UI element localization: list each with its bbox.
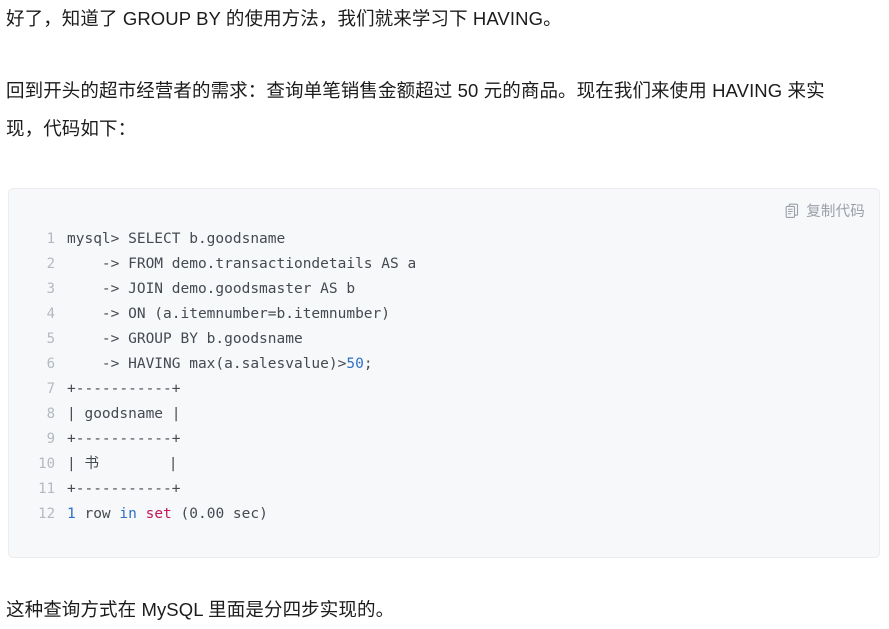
paragraph-intro: 好了，知道了 GROUP BY 的使用方法，我们就来学习下 HAVING。 (6, 8, 562, 29)
code-line-text: +-----------+ (55, 427, 181, 452)
copy-icon (785, 203, 800, 219)
code-line: 3 -> JOIN demo.goodsmaster AS b (9, 277, 879, 302)
code-token: -> GROUP BY b.goodsname (67, 331, 303, 347)
code-token: 1 (67, 506, 76, 522)
code-line-number: 4 (46, 306, 55, 322)
code-token: -> ON (a.itemnumber=b.itemnumber) (67, 306, 391, 322)
paragraph-closing: 这种查询方式在 MySQL 里面是分四步实现的。 (6, 599, 395, 620)
code-line: 6 -> HAVING max(a.salesvalue)>50; (9, 352, 879, 377)
code-line: 8 | goodsname | (9, 402, 879, 427)
code-scroll-area[interactable]: 1 mysql> SELECT b.goodsname 2 -> FROM demo… (9, 227, 879, 557)
code-line-number: 9 (46, 431, 55, 447)
code-token: -> FROM demo.transactiondetails AS a (67, 256, 417, 272)
article-content: 好了，知道了 GROUP BY 的使用方法，我们就来学习下 HAVING。 回到… (0, 0, 889, 628)
code-line-list: 1 mysql> SELECT b.goodsname 2 -> FROM demo… (9, 227, 879, 527)
code-token: set (145, 506, 172, 522)
code-line-text: -> FROM demo.transactiondetails AS a (55, 252, 416, 277)
code-line: 1 mysql> SELECT b.goodsname (9, 227, 879, 252)
code-line-text: +-----------+ (55, 377, 181, 402)
code-line: 11 +-----------+ (9, 477, 879, 502)
code-token: +-----------+ (67, 481, 181, 497)
code-line-number: 5 (46, 331, 55, 347)
code-line-number: 1 (46, 231, 55, 247)
code-line: 9 +-----------+ (9, 427, 879, 452)
code-token: row (75, 506, 120, 522)
code-line-text: 1 row in set (0.00 sec) (55, 502, 268, 527)
code-line-number: 6 (46, 356, 55, 372)
code-token: | 书 | (67, 456, 178, 472)
code-line-text: -> JOIN demo.goodsmaster AS b (55, 277, 355, 302)
code-token: -> HAVING max(a.salesvalue)> (67, 356, 347, 372)
code-token: (0.00 sec) (171, 506, 268, 522)
code-line-number: 12 (38, 506, 55, 522)
code-line: 12 1 row in set (0.00 sec) (9, 502, 879, 527)
code-line-text: -> GROUP BY b.goodsname (55, 327, 303, 352)
code-token: | goodsname | (67, 406, 181, 422)
code-line-number: 7 (46, 381, 55, 397)
paragraph-requirement: 回到开头的超市经营者的需求：查询单笔销售金额超过 50 元的商品。现在我们来使用… (6, 80, 825, 139)
code-line: 10 | 书 | (9, 452, 879, 477)
code-line: 4 -> ON (a.itemnumber=b.itemnumber) (9, 302, 879, 327)
code-line-text: +-----------+ (55, 477, 181, 502)
code-line: 5 -> GROUP BY b.goodsname (9, 327, 879, 352)
code-line: 2 -> FROM demo.transactiondetails AS a (9, 252, 879, 277)
code-line-number: 8 (46, 406, 55, 422)
code-token: ; (363, 356, 373, 372)
code-line-text: | 书 | (55, 452, 178, 477)
code-token: +-----------+ (67, 381, 181, 397)
copy-code-label: 复制代码 (806, 204, 865, 220)
code-token: in (119, 506, 137, 522)
code-line-text: -> HAVING max(a.salesvalue)>50; (55, 352, 373, 377)
code-token: -> JOIN demo.goodsmaster AS b (67, 281, 356, 297)
code-token: 50 (346, 356, 364, 372)
code-token: +-----------+ (67, 431, 181, 447)
code-line-text: | goodsname | (55, 402, 181, 427)
code-line-number: 2 (46, 256, 55, 272)
code-line-number: 11 (38, 481, 55, 497)
code-line: 7 +-----------+ (9, 377, 879, 402)
code-line-text: mysql> SELECT b.goodsname (55, 227, 285, 252)
code-line-number: 3 (46, 281, 55, 297)
code-line-text: -> ON (a.itemnumber=b.itemnumber) (55, 302, 390, 327)
code-line-number: 10 (38, 456, 55, 472)
copy-code-button[interactable]: 复制代码 (785, 200, 865, 221)
code-token: mysql> SELECT b.goodsname (67, 231, 286, 247)
code-block: 复制代码 1 mysql> SELECT b.goodsname 2 -> FROM… (8, 188, 880, 558)
